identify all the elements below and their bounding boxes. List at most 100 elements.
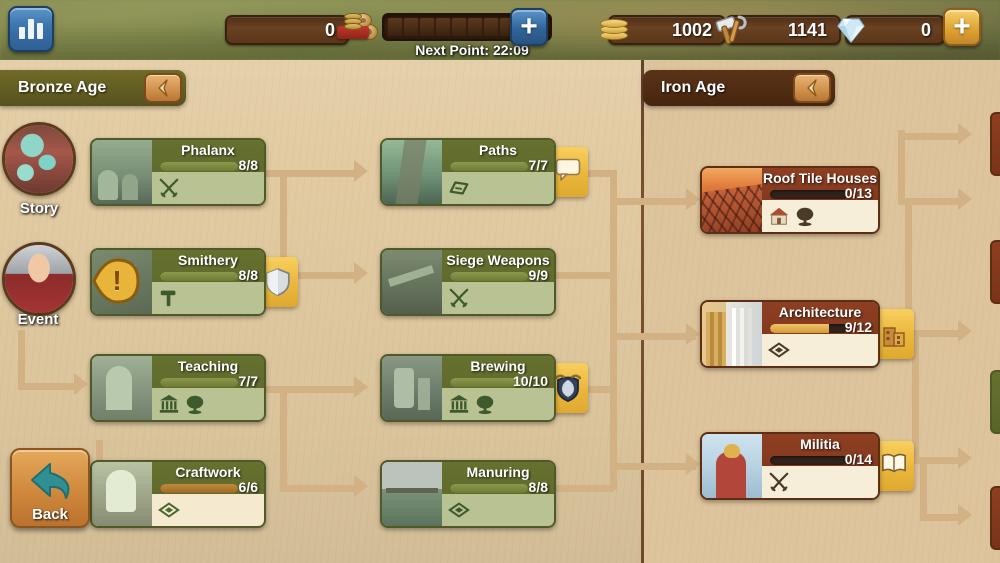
tech-card-progress-bar — [770, 324, 848, 333]
tech-card-icon-tray — [442, 172, 554, 204]
offscreen-tech-card[interactable] — [990, 240, 1000, 304]
reward-open-book-icon[interactable] — [874, 441, 914, 491]
add-forge-points-button[interactable]: + — [510, 8, 548, 46]
sidebar-avatar-story-label: Story — [19, 200, 59, 217]
stats-icon — [19, 27, 25, 39]
tech-card-teaching[interactable]: Teaching 7/7 — [90, 354, 266, 422]
tech-card-icon-tray — [762, 466, 878, 498]
tech-card-phalanx[interactable]: Phalanx 8/8 — [90, 138, 266, 206]
tech-card-thumbnail — [382, 250, 442, 314]
age-header-iron-label: Iron Age — [661, 79, 726, 96]
tech-card-thumbnail — [702, 168, 762, 232]
tech-card-brewing[interactable]: Brewing 10/10 — [380, 354, 556, 422]
tech-card-count: 8/8 — [238, 157, 258, 173]
tech-card-roof-tile-houses[interactable]: Roof Tile Houses 0/13 — [700, 166, 880, 234]
tech-card-progress-bar — [450, 484, 528, 493]
stats-button[interactable] — [8, 6, 54, 52]
tech-card-body: Craftwork 6/6 — [152, 462, 264, 526]
forge-point-icon — [347, 11, 387, 45]
hammer-icon — [158, 287, 180, 309]
resource-supplies[interactable]: 1141 — [715, 15, 841, 45]
crossed-swords-icon — [768, 471, 790, 493]
tech-card-militia[interactable]: Militia 0/14 — [700, 432, 880, 500]
gem-diamond-icon — [448, 499, 470, 521]
tech-card-body: Militia 0/14 — [762, 434, 878, 498]
resource-diamonds[interactable]: 0 — [837, 15, 945, 45]
tech-card-title: Militia — [800, 436, 840, 452]
tech-card-thumbnail — [702, 434, 762, 498]
crossed-swords-icon — [448, 287, 470, 309]
tech-card-title: Phalanx — [181, 142, 235, 158]
tech-card-progress-bar — [160, 378, 238, 387]
tech-card-body: Siege Weapons 9/9 — [442, 250, 554, 314]
tech-card-body: Roof Tile Houses 0/13 — [762, 168, 878, 232]
chevron-left-icon — [807, 79, 817, 97]
building-icon — [881, 320, 907, 348]
tech-card-title: Siege Weapons — [446, 252, 550, 268]
add-diamonds-button[interactable]: + — [943, 8, 981, 46]
top-resource-bar: 0 Next Point: 22:09 + 1002 1141 0 + — [0, 0, 1000, 60]
tech-tree-screen: Phalanx 8/8 Smithery 8/8 ! Teaching 7/7 … — [0, 0, 1000, 563]
tech-card-title: Teaching — [177, 358, 239, 374]
tech-card-body: Paths 7/7 — [442, 140, 554, 204]
age-header-bronze-label: Bronze Age — [18, 79, 107, 96]
offscreen-tech-card[interactable] — [990, 370, 1000, 434]
tech-card-manuring[interactable]: Manuring 8/8 — [380, 460, 556, 528]
iron-collapse-button[interactable] — [793, 73, 831, 103]
tech-card-paths[interactable]: Paths 7/7 — [380, 138, 556, 206]
sidebar-avatar-event[interactable] — [2, 242, 76, 316]
tech-card-icon-tray — [762, 200, 878, 232]
tech-card-count: 6/6 — [238, 479, 258, 495]
tech-card-count: 7/7 — [528, 157, 548, 173]
tech-card-progress-bar — [160, 272, 238, 281]
age-header-bronze: Bronze Age — [0, 70, 186, 106]
tech-card-icon-tray — [442, 282, 554, 314]
tech-card-progress-bar — [770, 456, 848, 465]
tech-card-thumbnail — [382, 462, 442, 526]
alert-badge-smithery[interactable]: ! — [92, 258, 142, 304]
gem-diamond-icon — [768, 339, 790, 361]
tech-card-icon-tray — [442, 388, 554, 420]
tech-card-count: 7/7 — [238, 373, 258, 389]
tech-card-thumbnail — [92, 462, 152, 526]
bronze-collapse-button[interactable] — [144, 73, 182, 103]
tech-card-count: 8/8 — [528, 479, 548, 495]
tech-card-progress-bar — [450, 162, 528, 171]
house-icon — [768, 205, 790, 227]
tech-card-title: Smithery — [178, 252, 238, 268]
tech-card-count: 10/10 — [512, 373, 548, 389]
tech-card-architecture[interactable]: Architecture 9/12 — [700, 300, 880, 368]
resource-relics-value: 0 — [324, 19, 335, 40]
tree-icon — [184, 393, 206, 415]
tech-card-siege-weapons[interactable]: Siege Weapons 9/9 — [380, 248, 556, 316]
tree-icon — [474, 393, 496, 415]
temple-icon — [448, 393, 470, 415]
tech-card-thumbnail — [382, 356, 442, 420]
tech-card-title: Roof Tile Houses — [762, 170, 878, 186]
exclamation-mark: ! — [112, 265, 122, 296]
tech-card-thumbnail — [92, 140, 152, 204]
resource-diamonds-value: 0 — [920, 19, 931, 40]
offscreen-tech-card[interactable] — [990, 112, 1000, 176]
tech-card-thumbnail — [702, 302, 762, 366]
road-icon — [448, 177, 470, 199]
tech-card-body: Smithery 8/8 — [152, 250, 264, 314]
tech-card-count: 0/14 — [844, 451, 872, 467]
tech-card-title: Paths — [478, 142, 518, 158]
offscreen-tech-card[interactable] — [990, 486, 1000, 550]
resource-coins-value: 1002 — [671, 19, 712, 40]
reward-building-icon[interactable] — [874, 309, 914, 359]
tech-card-title: Architecture — [778, 304, 862, 320]
tech-card-craftwork[interactable]: Craftwork 6/6 — [90, 460, 266, 528]
age-divider — [641, 60, 644, 563]
back-button[interactable]: Back — [10, 448, 90, 528]
tech-card-progress-bar — [160, 162, 238, 171]
sidebar-avatar-story[interactable] — [2, 122, 76, 196]
tech-card-progress-bar — [160, 484, 238, 493]
resource-supplies-value: 1141 — [787, 19, 827, 40]
tech-card-title: Manuring — [466, 464, 530, 480]
tech-card-body: Brewing 10/10 — [442, 356, 554, 420]
tech-card-progress-bar — [450, 272, 528, 281]
tech-card-icon-tray — [152, 282, 264, 314]
resource-coins[interactable]: 1002 — [600, 15, 726, 45]
